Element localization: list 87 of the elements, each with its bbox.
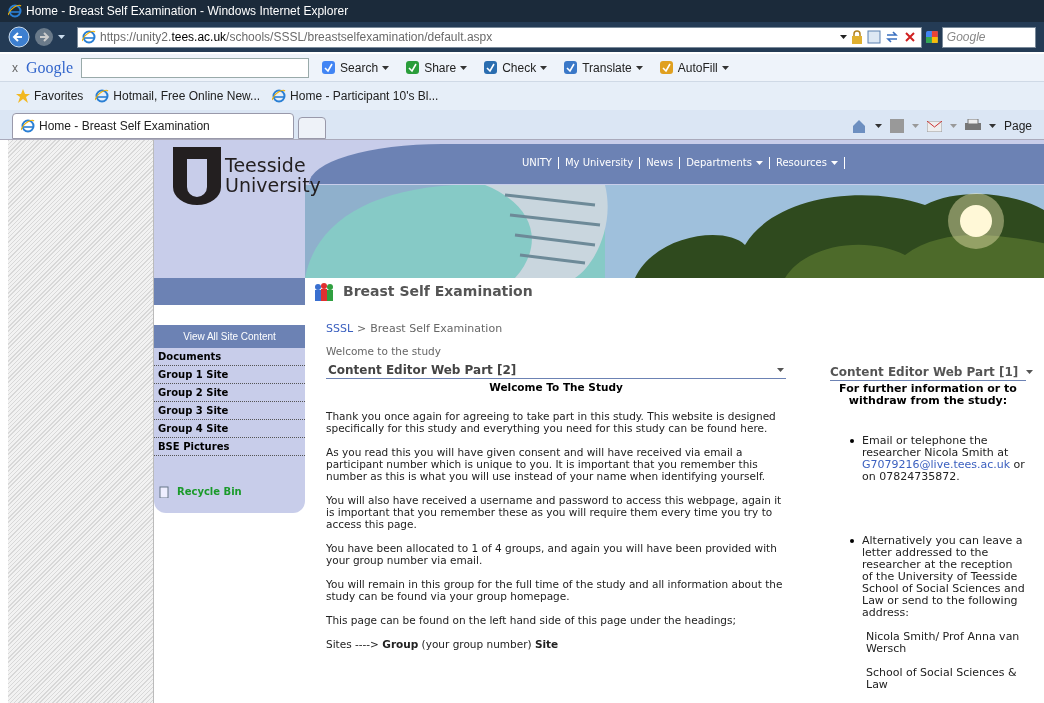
- address-line: Nicola Smith/ Prof Anna van Wersch: [866, 631, 1021, 655]
- people-icon: [313, 281, 335, 302]
- university-logo-icon: [173, 147, 221, 205]
- caret-icon: [460, 65, 468, 70]
- nav-link[interactable]: Resources: [769, 155, 844, 170]
- globe-e-icon: [8, 4, 22, 18]
- browser-tab[interactable]: Home - Breast Self Examination: [12, 113, 294, 139]
- paragraph: This page can be found on the left hand side of this page under the headings;: [326, 614, 737, 626]
- breadcrumb-separator: >: [357, 323, 367, 335]
- caret-icon: [777, 368, 784, 372]
- paragraph: Sites ----> Group (your group number) Site: [326, 638, 560, 650]
- star-icon: [16, 89, 30, 103]
- favorite-link[interactable]: Hotmail, Free Online New...: [95, 87, 261, 105]
- bullet-icon: [850, 539, 854, 543]
- lock-icon: [851, 30, 863, 44]
- web-part-title: Content Editor Web Part [1]: [830, 366, 1019, 378]
- sidebar-item[interactable]: Group 2 Site: [154, 384, 305, 402]
- caret-icon: [755, 160, 763, 165]
- window-title: Home - Breast Self Examination - Windows Internet Explorer: [26, 3, 349, 20]
- paragraph: You have been allocated to 1 of 4 groups, and again you will have been provided with your group number via email.: [326, 542, 778, 566]
- caret-icon: [911, 124, 919, 128]
- toolbar-button[interactable]: Translate: [559, 58, 647, 77]
- caret-icon: [721, 65, 729, 70]
- caret-icon: [1026, 370, 1034, 374]
- breadcrumb-current: Breast Self Examination: [370, 323, 503, 335]
- nav-link[interactable]: News: [640, 155, 680, 170]
- toolbar-button[interactable]: Search: [317, 58, 394, 77]
- caret-icon: [874, 124, 882, 128]
- section-heading: Welcome To The Study: [488, 381, 624, 393]
- caret-icon: [988, 124, 996, 128]
- mail-icon[interactable]: [926, 120, 942, 132]
- refresh-icon[interactable]: [885, 30, 899, 44]
- url-text: https://unity2.tees.ac.uk/schools/SSSL/breastselfexamination/default.aspx: [100, 29, 493, 46]
- paragraph: Thank you once again for agreeing to take part in this study. This website is designed specifically for this study and everything you need for this study can be found here.: [326, 410, 777, 434]
- bullet-icon: [850, 439, 854, 443]
- favorite-link[interactable]: Home - Participant 10's Bl...: [272, 87, 439, 105]
- globe-e-icon: [95, 89, 110, 103]
- sidebar-item[interactable]: Group 3 Site: [154, 402, 305, 420]
- favorites-button[interactable]: Favorites: [16, 87, 84, 105]
- globe-e-icon: [82, 30, 96, 44]
- forward-button[interactable]: [34, 27, 54, 47]
- sidebar-item[interactable]: Documents: [154, 348, 305, 366]
- sidebar-item[interactable]: Group 4 Site: [154, 420, 305, 438]
- printer-icon[interactable]: [964, 119, 981, 133]
- caret-icon: [635, 65, 643, 70]
- caret-icon: [831, 160, 838, 165]
- breadcrumb-link[interactable]: SSSL: [326, 323, 354, 335]
- sidebar-item[interactable]: Group 1 Site: [154, 366, 305, 384]
- paragraph: As you read this you will have given consent and will have received via email a participant number which is unique to you. It is important that you remember this number as this is what you will use instead of your name when identifying yourself.: [326, 446, 767, 482]
- google-g-icon: [926, 30, 938, 44]
- email-link[interactable]: G7079216@live.tees.ac.uk: [862, 458, 1011, 471]
- nav-link[interactable]: My University: [558, 155, 640, 170]
- google-logo: Google: [26, 57, 74, 79]
- paragraph: Alternatively you can leave a letter addressed to the researcher at the reception of the University of Teesside School of Social Sciences and Law or send to the following address:: [862, 535, 1026, 619]
- web-part-title: Content Editor Web Part [2]: [328, 364, 517, 376]
- home-icon[interactable]: [850, 118, 867, 134]
- university-name: Teesside University: [225, 155, 321, 195]
- caret-icon: [382, 65, 390, 70]
- new-tab-button[interactable]: [298, 117, 326, 139]
- toolbar-button[interactable]: AutoFill: [654, 58, 733, 77]
- caret-icon: [840, 35, 847, 39]
- toolbar-button[interactable]: Check: [479, 58, 552, 77]
- globe-e-icon: [272, 89, 287, 103]
- address-line: School of Social Sciences & Law: [866, 667, 1018, 691]
- sidebar-item[interactable]: BSE Pictures: [154, 438, 305, 456]
- nav-link[interactable]: UNITY: [516, 155, 558, 170]
- back-button[interactable]: [8, 26, 30, 48]
- caret-icon: [949, 124, 957, 128]
- paragraph: You will remain in this group for the full time of the study and all information about the study can be found via your group homepage.: [326, 578, 784, 602]
- paragraph: You will also have received a username and password to access this webpage, again it is important that you remember these as you will require them every time you try to access this page.: [326, 494, 783, 530]
- recycle-bin-icon: [159, 485, 169, 498]
- nav-link[interactable]: Departments: [680, 155, 769, 170]
- paragraph: Email or telephone the researcher Nicola Smith at G7079216@live.tees.ac.uk or on 07824735872.: [862, 435, 1026, 483]
- page-menu-button[interactable]: Page: [1003, 117, 1032, 135]
- toolbar-search-field[interactable]: [81, 57, 310, 78]
- stop-icon[interactable]: [903, 30, 917, 44]
- address-field[interactable]: https://unity2.tees.ac.uk/schools/SSSL/breastselfexamination/default.aspx: [77, 26, 922, 48]
- caret-icon: [58, 35, 65, 39]
- globe-e-icon: [21, 119, 35, 133]
- toolbar-button[interactable]: Share: [401, 58, 472, 77]
- section-heading: For further information or to withdraw from the study:: [838, 383, 1018, 407]
- close-toolbar-button[interactable]: x: [12, 58, 18, 77]
- page-title: Breast Self Examination: [343, 282, 533, 301]
- sidebar-header: View All Site Content: [154, 325, 305, 348]
- search-field[interactable]: Google: [941, 26, 1036, 48]
- caret-icon: [540, 65, 548, 70]
- page-subtitle: Welcome to the study: [326, 345, 442, 357]
